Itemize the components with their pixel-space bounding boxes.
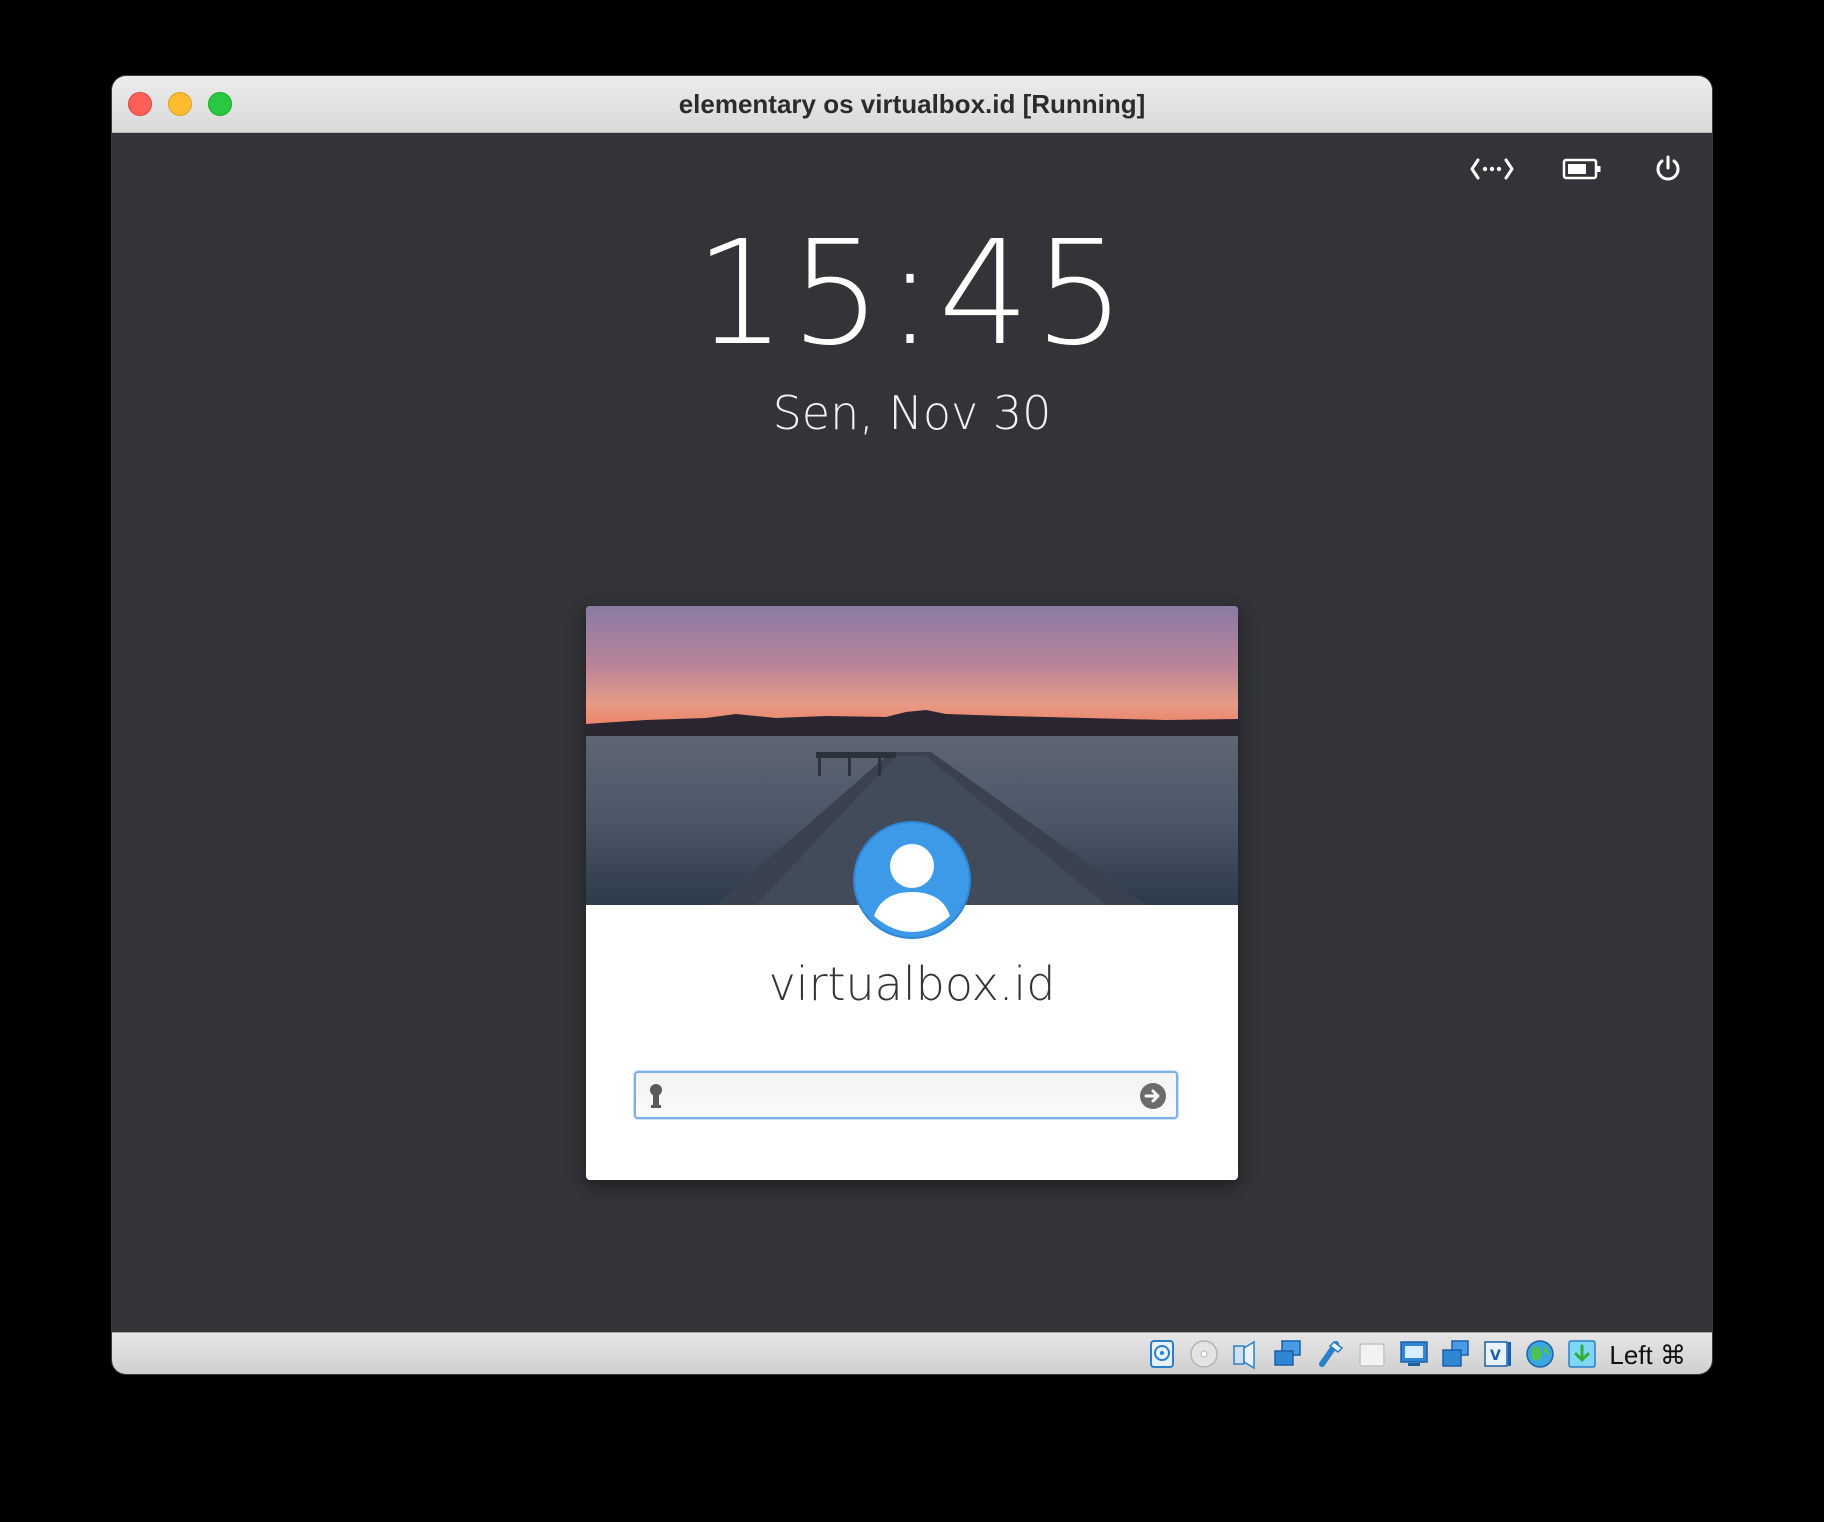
login-card: virtualbox.id (586, 606, 1238, 1180)
vrde-icon[interactable]: V (1482, 1338, 1514, 1370)
lockscreen-clock: 15:45 (694, 209, 1130, 377)
lockscreen-date: Sen, Nov 30 (772, 386, 1052, 440)
hard-disk-icon[interactable] (1146, 1338, 1178, 1370)
password-field[interactable] (634, 1071, 1178, 1119)
video-capture-icon[interactable] (1440, 1338, 1472, 1370)
usb-icon[interactable] (1314, 1338, 1346, 1370)
host-key-label[interactable]: Left ⌘ (1609, 1333, 1686, 1374)
guest-additions-icon[interactable] (1524, 1338, 1556, 1370)
title-bar[interactable]: elementary os virtualbox.id [Running] (112, 76, 1712, 133)
shared-folders-icon[interactable] (1356, 1338, 1388, 1370)
guest-screen[interactable]: 15:45 Sen, Nov 30 virtualbox.id (112, 133, 1712, 1332)
battery-icon[interactable] (1560, 147, 1604, 191)
power-icon[interactable] (1646, 147, 1690, 191)
display-icon[interactable] (1398, 1338, 1430, 1370)
audio-icon[interactable] (1230, 1338, 1262, 1370)
key-icon (650, 1084, 662, 1108)
username-label: virtualbox.id (768, 957, 1056, 1011)
network-wired-icon[interactable] (1470, 147, 1514, 191)
password-input[interactable] (672, 1079, 1116, 1113)
mouse-integration-icon[interactable] (1566, 1338, 1598, 1370)
svg-text:V: V (1490, 1348, 1501, 1364)
window-title: elementary os virtualbox.id [Running] (678, 89, 1146, 119)
network-icon[interactable] (1272, 1338, 1304, 1370)
optical-drive-icon[interactable] (1188, 1338, 1220, 1370)
status-bar: V Left ⌘ (112, 1332, 1712, 1374)
virtualbox-window: elementary os virtualbox.id [Running] 15… (112, 76, 1712, 1374)
arrow-right-icon[interactable] (1138, 1081, 1168, 1111)
user-avatar-icon (853, 821, 971, 939)
